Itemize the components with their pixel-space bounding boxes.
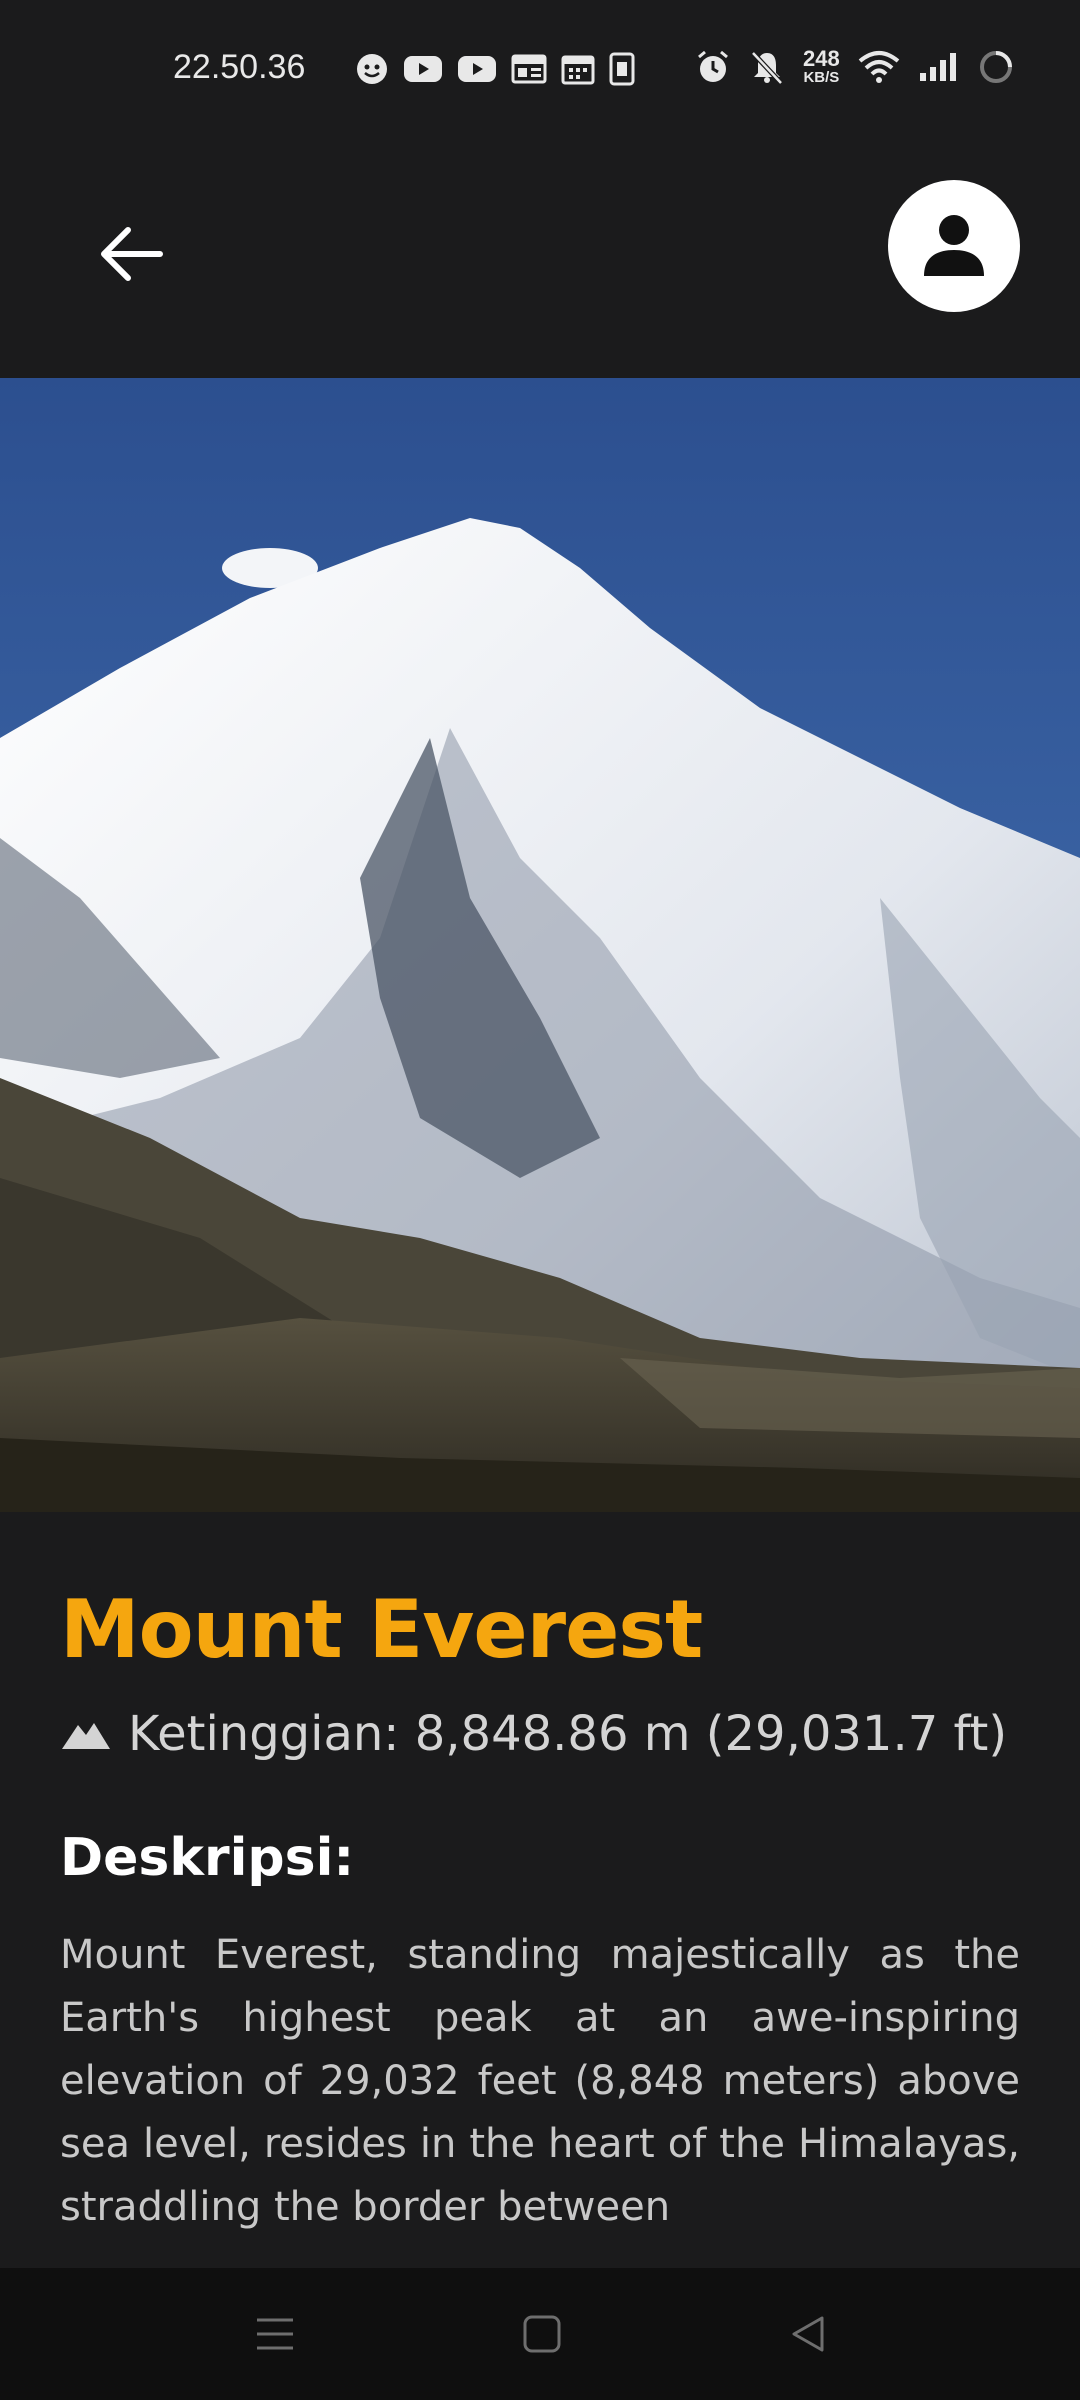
- network-speed: 248 KB/S: [803, 46, 840, 86]
- sim-icon: [609, 52, 635, 86]
- status-time: 22.50.36: [173, 48, 306, 86]
- mountain-details: Mount Everest Ketinggian: 8,848.86 m (29…: [60, 1580, 1020, 2239]
- signal-icon: [919, 52, 956, 81]
- home-icon: [523, 2315, 561, 2353]
- elevation-row: Ketinggian: 8,848.86 m (29,031.7 ft): [60, 1704, 1020, 1764]
- mountain-icon: [60, 1714, 112, 1754]
- elevation-text: Ketinggian: 8,848.86 m (29,031.7 ft): [128, 1706, 1008, 1762]
- app-bar: [0, 140, 1080, 378]
- alarm-icon: [698, 50, 728, 82]
- mountain-title: Mount Everest: [60, 1583, 703, 1676]
- youtube-icon: [458, 56, 496, 82]
- recent-apps-button[interactable]: [230, 2298, 320, 2370]
- back-button[interactable]: [82, 204, 182, 304]
- news-icon: [511, 54, 547, 84]
- system-nav-bar: [0, 2268, 1080, 2400]
- network-speed-value: 248: [803, 46, 840, 71]
- system-icons: 248 KB/S: [695, 48, 1014, 85]
- description-text: Mount Everest, standing majestically as …: [60, 1932, 1020, 2230]
- calendar-icon: [561, 55, 595, 85]
- notification-icons: [355, 52, 635, 86]
- status-bar: 22.50.36 248 KB/S: [0, 0, 1080, 140]
- screen: 22.50.36 248 KB/S Mount Everest Ketinggi…: [0, 0, 1080, 2400]
- network-speed-unit: KB/S: [803, 69, 840, 86]
- face-icon: [357, 54, 387, 84]
- nav-back-button[interactable]: [763, 2298, 853, 2370]
- person-icon: [924, 215, 984, 276]
- menu-icon: [257, 2318, 293, 2350]
- wifi-icon: [858, 50, 900, 83]
- profile-button[interactable]: [888, 180, 1020, 312]
- description-heading: Deskripsi:: [60, 1828, 355, 1888]
- arrow-left-icon: [101, 227, 163, 281]
- mountain-photo: [0, 378, 1080, 1512]
- back-icon: [792, 2316, 824, 2352]
- youtube-icon: [404, 56, 442, 82]
- mute-icon: [751, 50, 783, 85]
- home-button[interactable]: [497, 2298, 587, 2370]
- loading-icon: [979, 50, 1012, 83]
